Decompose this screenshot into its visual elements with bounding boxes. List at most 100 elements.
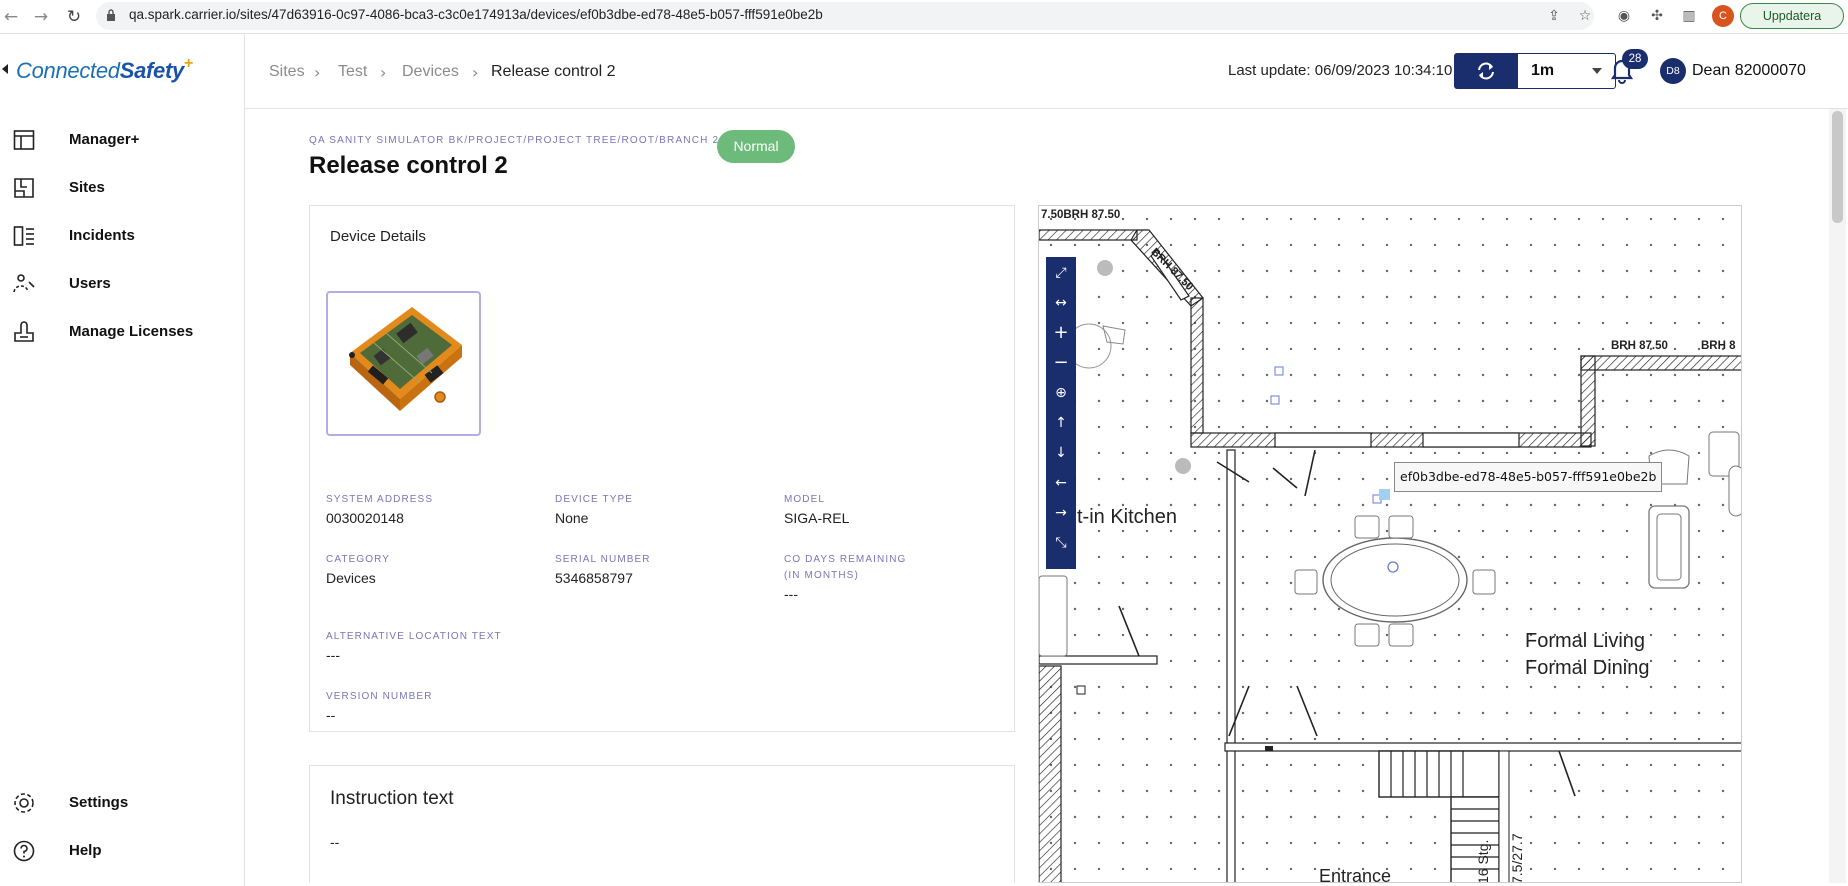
profile-avatar[interactable]: C [1712, 5, 1734, 27]
sidebar-item-label: Settings [69, 794, 129, 811]
sidebar-item-label: Sites [69, 179, 105, 196]
breadcrumb-current: Release control 2 [491, 63, 616, 80]
sidebar-item-users[interactable]: Users [0, 264, 244, 304]
sidebar-item-label: Manage Licenses [69, 323, 194, 340]
room-label-dining: Formal Dining [1525, 657, 1650, 679]
back-icon[interactable]: ← [0, 6, 22, 28]
serial-number-field: SERIAL NUMBER 5346858797 [555, 552, 651, 588]
instruction-value: -- [330, 834, 340, 850]
field-label: SERIAL NUMBER [555, 554, 651, 565]
field-value: --- [326, 647, 340, 663]
device-details-card: Device Details SYSTEM ADDRESS 0030020148 [309, 205, 1015, 732]
device-image[interactable] [326, 291, 481, 436]
zoom-out-icon[interactable]: − [1046, 348, 1076, 378]
browser-toolbar: ← → ↻ qa.spark.carrier.io/sites/47d63916… [0, 0, 1848, 34]
reload-icon[interactable]: ↻ [63, 6, 85, 28]
lock-icon [107, 9, 115, 21]
map-toolbar: ⤢ ↔ + − ⊕ ↑ ↓ ← → ⤡ [1046, 257, 1076, 569]
breadcrumb-test[interactable]: Test [338, 63, 367, 81]
pan-down-icon[interactable]: ↓ [1046, 438, 1076, 468]
pan-right-icon[interactable]: → [1046, 498, 1076, 528]
shrink-icon[interactable]: ⤡ [1046, 528, 1076, 558]
field-label: MODEL [784, 494, 826, 505]
fit-width-icon[interactable]: ↔ [1046, 288, 1076, 318]
room-label-living: Formal Living [1525, 630, 1646, 652]
field-label: DEVICE TYPE [555, 494, 634, 505]
sidebar-collapse-icon[interactable] [2, 64, 8, 74]
chevron-right-icon: › [380, 63, 387, 82]
zoom-in-icon[interactable]: + [1046, 318, 1076, 348]
floor-plan-viewer[interactable]: 7.50BRH 87.50 BRH 87.50 BRH 87.50 BRH 8 … [1038, 205, 1742, 883]
dashboard-icon [13, 130, 35, 150]
sidebar-item-label: Help [69, 842, 102, 859]
device-marker[interactable] [1379, 489, 1390, 500]
sidebar-item-sites[interactable]: Sites [0, 168, 244, 208]
sidebar-item-label: Incidents [69, 227, 135, 244]
field-value: --- [784, 586, 798, 602]
incidents-icon [13, 226, 34, 246]
update-button[interactable]: Uppdatera [1740, 3, 1844, 29]
top-header: Sites › Test › Devices › Release control… [245, 34, 1848, 109]
notification-count-badge[interactable]: 28 [1622, 49, 1648, 69]
share-icon[interactable]: ⇪ [1545, 7, 1563, 25]
pan-left-icon[interactable]: ← [1046, 468, 1076, 498]
chevron-down-icon[interactable] [1592, 68, 1602, 74]
device-type-field: DEVICE TYPE None [555, 492, 633, 528]
refresh-icon [1478, 62, 1494, 80]
scrollbar-thumb[interactable] [1832, 111, 1843, 223]
field-label: VERSION NUMBER [326, 691, 433, 702]
page-title: Release control 2 [309, 152, 508, 179]
stairs-label: 7.5/27.7 [1509, 833, 1525, 883]
last-update-text: Last update: 06/09/2023 10:34:10 [1228, 62, 1453, 79]
map-label: 7.50BRH 87.50 [1041, 209, 1121, 221]
device-photo [349, 307, 462, 411]
page-scrollbar[interactable] [1829, 109, 1846, 883]
connectedsafety-logo[interactable]: ConnectedSafety+ [16, 55, 193, 84]
url-text[interactable]: qa.spark.carrier.io/sites/47d63916-0c97-… [129, 7, 823, 22]
field-label: CATEGORY [326, 554, 390, 565]
field-value: SIGA-REL [784, 510, 850, 526]
sidebar-item-incidents[interactable]: Incidents [0, 216, 244, 256]
status-badge: Normal [717, 130, 795, 163]
co-days-remaining-field: CO DAYS REMAINING (IN MONTHS) --- [784, 552, 906, 604]
field-label: CO DAYS REMAINING [784, 554, 907, 565]
forward-icon[interactable]: → [30, 6, 52, 28]
breadcrumb-devices[interactable]: Devices [402, 63, 459, 81]
field-value: -- [326, 707, 336, 723]
chevron-right-icon: › [472, 63, 479, 82]
extension-g-icon[interactable]: ◉ [1615, 7, 1633, 25]
pan-up-icon[interactable]: ↑ [1046, 408, 1076, 438]
bookmark-star-icon[interactable]: ☆ [1576, 7, 1594, 25]
refresh-interval-select[interactable]: 1m [1531, 62, 1554, 80]
main-content: QA SANITY SIMULATOR BK/PROJECT/PROJECT T… [245, 109, 1827, 883]
refresh-control: 1m [1454, 53, 1616, 89]
sidebar-item-help[interactable]: Help [0, 831, 244, 871]
floorplan-icon [14, 178, 34, 198]
alternative-location-field: ALTERNATIVE LOCATION TEXT --- [326, 629, 502, 665]
sidebar: ConnectedSafety+ Manager+ Sites Incident… [0, 34, 245, 886]
license-icon [14, 321, 34, 342]
sidebar-item-label: Users [69, 275, 111, 292]
users-icon [13, 274, 35, 293]
model-field: MODEL SIGA-REL [784, 492, 849, 528]
avatar[interactable]: D8 [1660, 58, 1686, 84]
zoom-reset-icon[interactable]: ⊕ [1046, 378, 1076, 408]
side-panel-icon[interactable]: ▥ [1680, 7, 1698, 25]
system-address-field: SYSTEM ADDRESS 0030020148 [326, 492, 433, 528]
chevron-right-icon: › [314, 63, 321, 82]
breadcrumb-sites[interactable]: Sites [269, 63, 305, 81]
field-label-unit: (IN MONTHS) [784, 570, 859, 581]
field-value: Devices [326, 570, 376, 586]
sidebar-item-manage-licenses[interactable]: Manage Licenses [0, 312, 244, 352]
stairs-label: 16 Stg. [1475, 839, 1491, 883]
refresh-button[interactable] [1455, 54, 1518, 88]
sidebar-item-settings[interactable]: Settings [0, 783, 244, 823]
instruction-title: Instruction text [330, 788, 454, 809]
fit-screen-icon[interactable]: ⤢ [1046, 258, 1076, 288]
card-title: Device Details [330, 228, 426, 245]
user-name[interactable]: Dean 82000070 [1692, 62, 1806, 80]
version-number-field: VERSION NUMBER -- [326, 689, 433, 725]
room-label-kitchen: t-in Kitchen [1077, 506, 1178, 528]
sidebar-item-manager[interactable]: Manager+ [0, 120, 244, 160]
extensions-puzzle-icon[interactable]: ✣ [1648, 7, 1666, 25]
